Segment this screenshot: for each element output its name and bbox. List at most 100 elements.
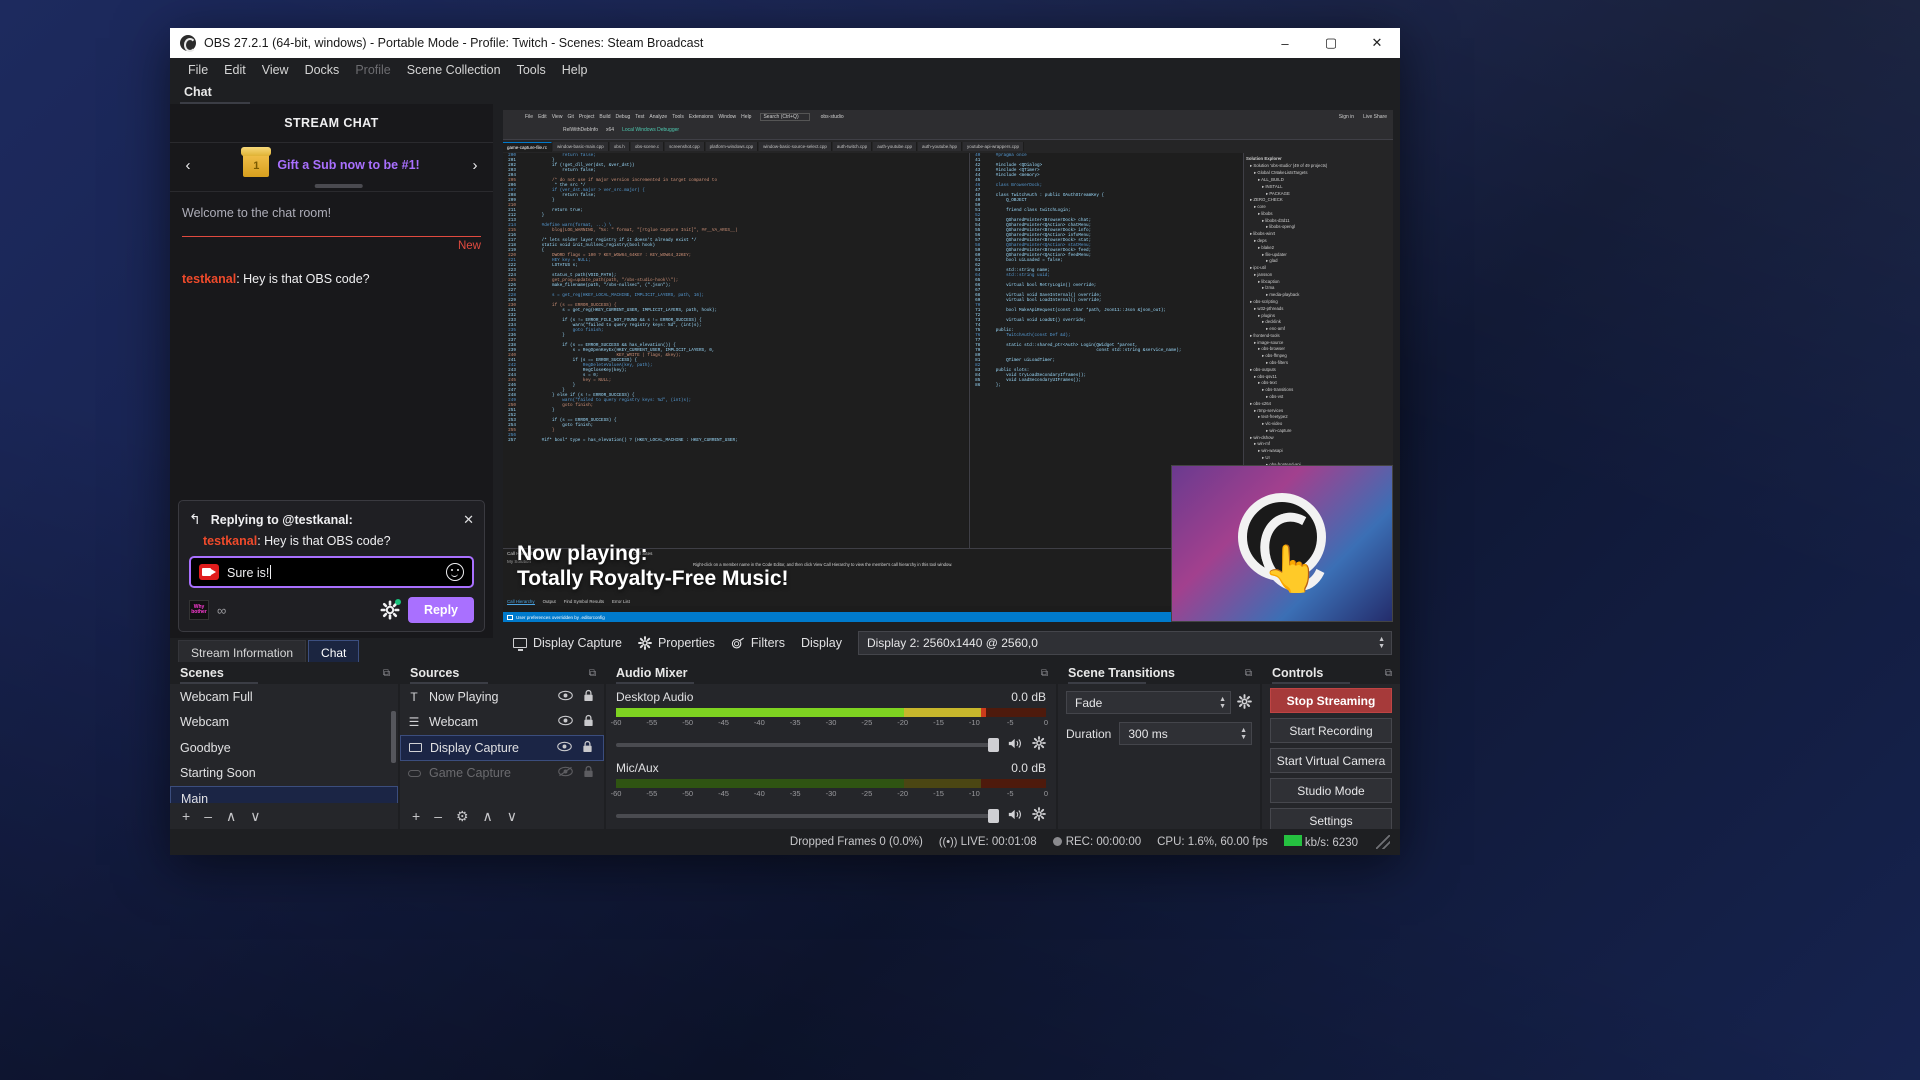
vs-tab-2: obs.h: [609, 142, 630, 151]
lock-icon[interactable]: [580, 689, 596, 705]
reply-button[interactable]: Reply: [407, 597, 474, 623]
meter-tick-label: -60: [610, 718, 622, 727]
duration-input[interactable]: 300 ms ▲ ▼: [1119, 722, 1252, 745]
close-button[interactable]: ✕: [1354, 28, 1400, 58]
transition-properties-gear-icon[interactable]: [1237, 693, 1252, 712]
sources-toolbar-button[interactable]: +: [412, 808, 420, 824]
menu-file[interactable]: File: [180, 60, 216, 80]
vs-tab-9: auth-youtube.hpp: [917, 142, 962, 151]
vs-bottom-tab-find-symbol: Find Symbol Results: [563, 599, 605, 604]
control-button-start-recording[interactable]: Start Recording: [1270, 718, 1392, 743]
spinner-arrows-icon[interactable]: ▲ ▼: [1219, 696, 1226, 710]
vs-menu-debug: Debug: [615, 114, 631, 120]
maximize-button[interactable]: ▢: [1308, 28, 1354, 58]
source-item[interactable]: Display Capture: [400, 735, 604, 761]
solution-explorer-item: ▸ Solution 'obs-studio' (49 of 49 projec…: [1250, 163, 1328, 169]
chat-message-username[interactable]: testkanal: [182, 272, 236, 286]
duration-row: Duration 300 ms ▲ ▼: [1058, 714, 1260, 745]
menu-help[interactable]: Help: [554, 60, 596, 80]
close-reply-icon[interactable]: ✕: [463, 512, 474, 528]
scenes-toolbar-button[interactable]: ∧: [226, 808, 236, 825]
chat-dock-underline: [180, 102, 250, 104]
sources-toolbar-button[interactable]: ∨: [507, 808, 517, 825]
popout-icon[interactable]: ⧉: [1041, 668, 1048, 679]
eye-hidden-icon[interactable]: [557, 766, 573, 780]
filters-button[interactable]: Filters: [731, 636, 785, 650]
minimize-button[interactable]: –: [1262, 28, 1308, 58]
webcam-source-overlay[interactable]: 👆: [1171, 465, 1393, 622]
source-item-label: Game Capture: [429, 766, 511, 781]
lock-icon[interactable]: [580, 765, 596, 781]
volume-slider[interactable]: [616, 808, 999, 823]
meter-tick-label: -15: [933, 718, 944, 727]
popout-icon[interactable]: ⧉: [383, 668, 390, 679]
scenes-toolbar-button[interactable]: +: [182, 808, 190, 824]
solution-explorer-item: ▸ glad: [1266, 258, 1278, 264]
popout-icon[interactable]: ⧉: [589, 668, 596, 679]
vs-tab-5: platform-windows.cpp: [705, 142, 759, 151]
popout-icon[interactable]: ⧉: [1245, 668, 1252, 679]
chat-input-field[interactable]: Sure is!: [189, 556, 474, 588]
emote-picker-icon[interactable]: [446, 563, 464, 581]
eye-visible-icon[interactable]: [557, 690, 573, 704]
control-button-start-virtual-camera[interactable]: Start Virtual Camera: [1270, 748, 1392, 773]
composer-bottom-row: Why bother ∞ Reply: [189, 588, 474, 623]
source-item[interactable]: T Now Playing: [400, 684, 604, 710]
scene-item[interactable]: Main: [170, 786, 398, 803]
control-button-studio-mode[interactable]: Studio Mode: [1270, 778, 1392, 803]
meter-tick-label: -60: [610, 789, 622, 798]
gear-icon: [638, 636, 652, 650]
scene-item[interactable]: Goodbye: [170, 735, 398, 761]
scenes-list[interactable]: Webcam Full Webcam Goodbye Starting Soon Mai…: [170, 684, 398, 803]
speaker-icon[interactable]: [1008, 808, 1023, 824]
chat-message[interactable]: testkanal: Hey is that OBS code?: [182, 268, 481, 291]
properties-button[interactable]: Properties: [638, 636, 715, 650]
speaker-icon[interactable]: [1008, 737, 1023, 753]
spinner-arrows-icon[interactable]: ▲ ▼: [1378, 636, 1385, 650]
meter-segment-unlit: [985, 708, 1046, 717]
scene-item[interactable]: Starting Soon: [170, 761, 398, 787]
menu-view[interactable]: View: [254, 60, 297, 80]
sources-toolbar-button[interactable]: –: [434, 808, 442, 824]
scenes-toolbar-button[interactable]: ∨: [250, 808, 260, 825]
lock-icon[interactable]: [579, 740, 595, 756]
sources-toolbar-button[interactable]: ∧: [483, 808, 493, 825]
preview-canvas[interactable]: File Edit View Git Project Build Debug T…: [503, 110, 1393, 622]
display-select[interactable]: Display 2: 2560x1440 @ 2560,0 ▲ ▼: [857, 631, 1392, 655]
scene-item[interactable]: Webcam Full: [170, 684, 398, 710]
vs-menu-window: Window: [718, 114, 737, 120]
sources-toolbar-button[interactable]: ⚙: [456, 808, 469, 825]
sources-list[interactable]: T Now Playing ☰ Webcam Display Capture Game C…: [400, 684, 604, 803]
gift-sub-banner[interactable]: ‹ Gift a Sub now to be #1! ›: [170, 143, 493, 192]
eye-visible-icon[interactable]: [557, 715, 573, 729]
volume-slider-handle[interactable]: [988, 737, 999, 752]
lock-icon[interactable]: [580, 714, 596, 730]
scenes-scrollbar[interactable]: [391, 711, 396, 763]
eye-visible-icon[interactable]: [556, 741, 572, 755]
source-item[interactable]: ☰ Webcam: [400, 710, 604, 736]
chevron-left-icon[interactable]: ‹: [180, 157, 196, 174]
chevron-right-icon[interactable]: ›: [467, 157, 483, 174]
chat-settings-gear-icon[interactable]: [380, 599, 401, 620]
chat-input-text[interactable]: Sure is!: [219, 564, 446, 580]
solution-explorer-item: ▸ plugins: [1258, 312, 1275, 318]
volume-slider-handle[interactable]: [988, 808, 999, 823]
menu-tools[interactable]: Tools: [509, 60, 554, 80]
scene-item[interactable]: Webcam: [170, 710, 398, 736]
menu-scene-collection[interactable]: Scene Collection: [399, 60, 509, 80]
menu-edit[interactable]: Edit: [216, 60, 254, 80]
mixer-settings-gear-icon[interactable]: [1032, 807, 1046, 824]
transition-select[interactable]: Fade ▲ ▼: [1066, 691, 1231, 714]
menu-docks[interactable]: Docks: [297, 60, 348, 80]
video-camera-icon: [199, 564, 219, 580]
mixer-settings-gear-icon[interactable]: [1032, 736, 1046, 753]
scenes-toolbar-button[interactable]: –: [204, 808, 212, 824]
obs-logo-icon: [180, 35, 196, 52]
source-item[interactable]: Game Capture: [400, 761, 604, 787]
resize-grip[interactable]: [1376, 835, 1390, 849]
control-button-settings[interactable]: Settings: [1270, 808, 1392, 829]
volume-slider[interactable]: [616, 737, 999, 752]
popout-icon[interactable]: ⧉: [1385, 668, 1392, 679]
duration-spinner-icon[interactable]: ▲ ▼: [1240, 727, 1247, 741]
control-button-stop-streaming[interactable]: Stop Streaming: [1270, 688, 1392, 713]
